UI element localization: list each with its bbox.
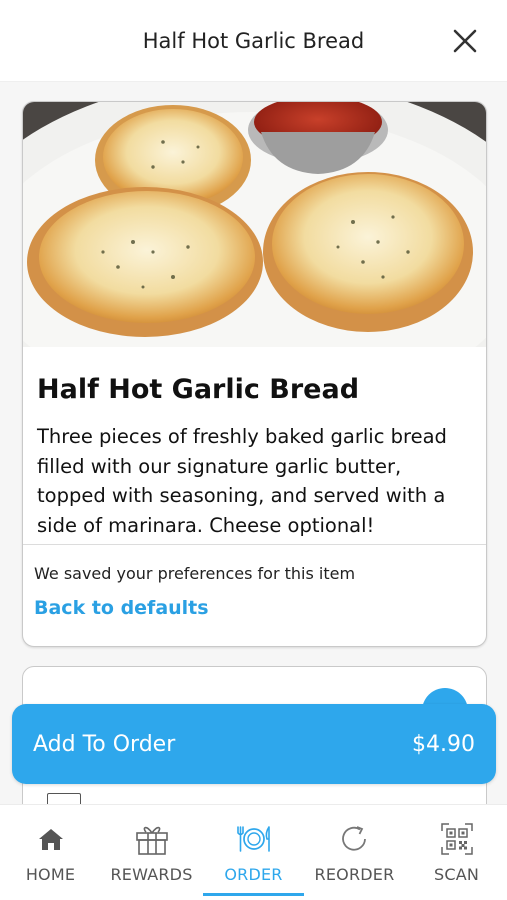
item-description: Three pieces of freshly baked garlic bre… — [37, 422, 477, 540]
nav-label: REORDER — [314, 865, 395, 884]
product-card: Half Hot Garlic Bread Three pieces of fr… — [22, 101, 487, 647]
active-tab-indicator — [203, 893, 304, 896]
home-icon — [38, 829, 63, 850]
nav-home[interactable]: HOME — [0, 805, 101, 900]
back-to-defaults-link[interactable]: Back to defaults — [34, 597, 209, 619]
divider — [23, 544, 486, 545]
description-line: side of marinara. Cheese optional! — [37, 513, 375, 537]
description-line: topped with seasoning, and served with a — [37, 484, 446, 507]
add-to-order-label: Add To Order — [33, 732, 176, 757]
close-button[interactable] — [448, 24, 482, 58]
nav-reorder[interactable]: REORDER — [304, 805, 405, 900]
nav-order[interactable]: ORDER — [203, 805, 304, 900]
nav-label: ORDER — [224, 865, 283, 884]
add-to-order-button[interactable]: Add To Order $4.90 — [12, 704, 496, 784]
nav-label: SCAN — [433, 865, 480, 884]
description-line: filled with our signature garlic butter, — [37, 454, 402, 478]
close-icon — [453, 29, 477, 53]
header: Half Hot Garlic Bread — [0, 0, 507, 82]
product-photo — [23, 102, 486, 347]
order-price: $4.90 — [412, 732, 475, 757]
plate-utensils-icon — [236, 826, 270, 852]
qr-code-icon — [440, 823, 473, 855]
page-title: Half Hot Garlic Bread — [142, 29, 365, 53]
gift-icon — [135, 826, 168, 855]
nav-rewards[interactable]: REWARDS — [101, 805, 202, 900]
nav-scan[interactable]: SCAN — [406, 805, 507, 900]
bottom-nav: HOME REWARDS ORDER REORDER SCAN — [0, 804, 507, 900]
item-name: Half Hot Garlic Bread — [37, 374, 360, 405]
description-line: Three pieces of freshly baked garlic bre… — [37, 425, 447, 448]
nav-label: HOME — [25, 865, 76, 884]
preferences-note: We saved your preferences for this item — [34, 564, 356, 583]
refresh-icon — [341, 826, 366, 851]
nav-label: REWARDS — [110, 865, 193, 884]
